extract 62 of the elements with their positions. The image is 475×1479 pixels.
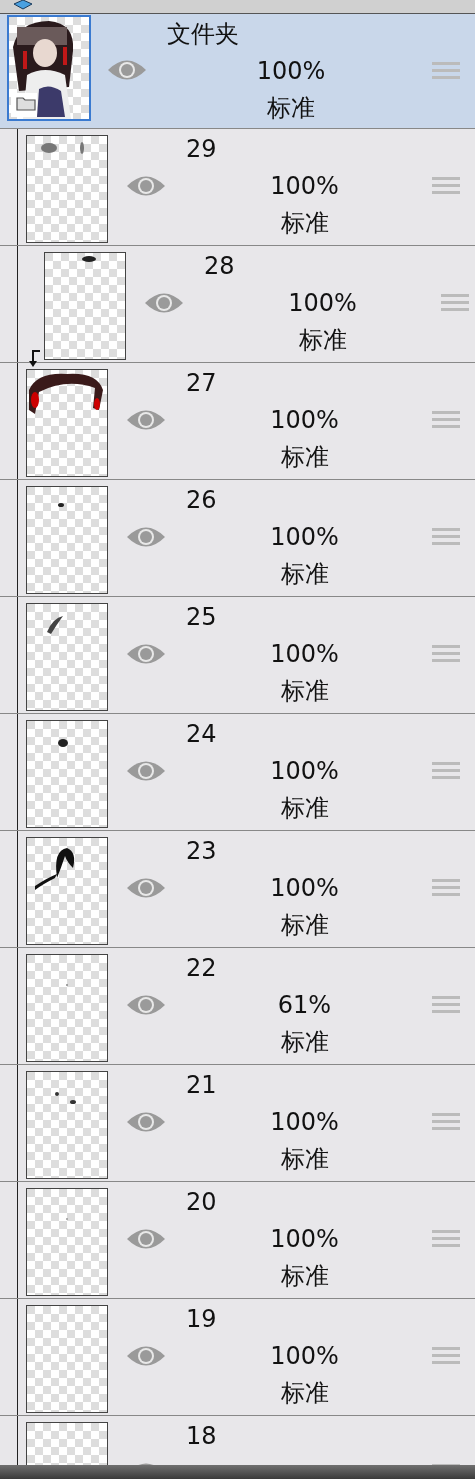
- layer-row[interactable]: 29 100% 标准: [0, 129, 475, 246]
- drag-handle-icon[interactable]: [432, 527, 460, 547]
- folder-icon: [16, 96, 36, 111]
- layer-opacity: 61%: [277, 990, 332, 1021]
- layer-opacity: 100%: [270, 522, 339, 553]
- drag-handle-icon[interactable]: [432, 1112, 460, 1132]
- blend-mode: 标准: [267, 93, 315, 124]
- layer-opacity: 100%: [270, 1107, 339, 1138]
- blend-mode: 标准: [280, 793, 329, 824]
- drag-handle-icon[interactable]: [432, 995, 460, 1015]
- drag-handle-icon[interactable]: [432, 176, 460, 196]
- layer-opacity: 100%: [256, 56, 326, 87]
- layer-name: 25: [186, 602, 217, 633]
- layer-row[interactable]: 27 100% 标准: [0, 363, 475, 480]
- layer-row[interactable]: 24 100% 标准: [0, 714, 475, 831]
- drag-handle-icon[interactable]: [432, 1229, 460, 1249]
- layer-name: 22: [186, 953, 217, 984]
- blend-mode: 标准: [280, 442, 329, 473]
- layer-name: 27: [186, 368, 217, 399]
- drag-handle-icon[interactable]: [432, 1346, 460, 1366]
- blend-mode: 标准: [280, 1378, 329, 1409]
- layer-row[interactable]: 22 61% 标准: [0, 948, 475, 1065]
- layer-row[interactable]: 23 100% 标准: [0, 831, 475, 948]
- folder-layer-row[interactable]: 文件夹 100% 标准: [0, 14, 475, 129]
- layer-row[interactable]: 25 100% 标准: [0, 597, 475, 714]
- layer-name: 20: [186, 1187, 217, 1218]
- layer-row[interactable]: 19 100% 标准: [0, 1299, 475, 1416]
- drag-handle-icon[interactable]: [441, 293, 469, 313]
- blend-mode: 标准: [280, 1027, 329, 1058]
- layer-opacity: 100%: [270, 1224, 339, 1255]
- layer-name: 19: [186, 1304, 217, 1335]
- layer-name: 26: [186, 485, 217, 516]
- layer-opacity: 100%: [270, 639, 339, 670]
- layer-name: 文件夹: [167, 19, 239, 50]
- layer-row[interactable]: 21 100% 标准: [0, 1065, 475, 1182]
- layer-opacity: 100%: [288, 288, 357, 319]
- layer-opacity: 100%: [270, 756, 339, 787]
- blend-mode: 标准: [280, 910, 329, 941]
- layer-row[interactable]: 26 100% 标准: [0, 480, 475, 597]
- drag-handle-icon[interactable]: [432, 761, 460, 781]
- layer-opacity: 100%: [270, 873, 339, 904]
- blend-mode: 标准: [280, 1144, 329, 1175]
- layer-opacity: 100%: [270, 405, 339, 436]
- blend-mode: 标准: [280, 208, 329, 239]
- blend-mode: 标准: [280, 676, 329, 707]
- blend-mode: 标准: [280, 1261, 329, 1292]
- drag-handle-icon[interactable]: [432, 878, 460, 898]
- layer-icon: [12, 0, 34, 12]
- layer-name: 28: [204, 251, 235, 282]
- layer-row[interactable]: 20 100% 标准: [0, 1182, 475, 1299]
- blend-mode: 标准: [280, 559, 329, 590]
- layer-name: 24: [186, 719, 217, 750]
- layer-name: 23: [186, 836, 217, 867]
- layer-name: 29: [186, 134, 217, 165]
- layer-opacity: 100%: [270, 1341, 339, 1372]
- drag-handle-icon[interactable]: [432, 644, 460, 664]
- blend-mode: 标准: [298, 325, 347, 356]
- drag-handle-icon[interactable]: [432, 410, 460, 430]
- layer-name: 21: [186, 1070, 217, 1101]
- drag-handle-icon[interactable]: [432, 61, 460, 81]
- layer-name: 18: [186, 1421, 217, 1452]
- layer-opacity: 100%: [270, 171, 339, 202]
